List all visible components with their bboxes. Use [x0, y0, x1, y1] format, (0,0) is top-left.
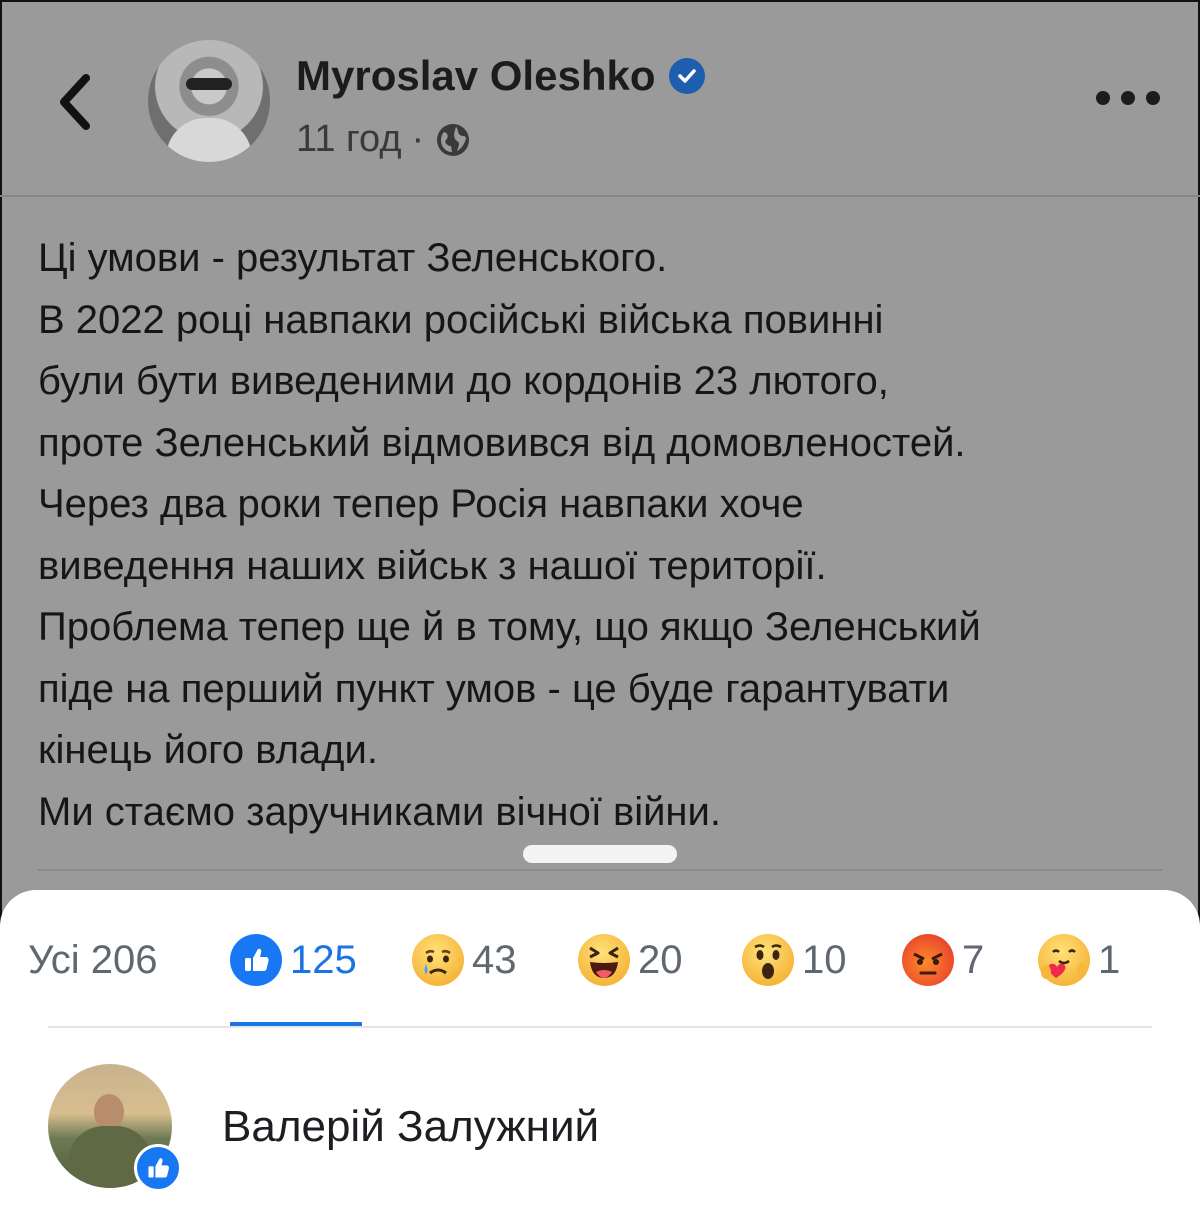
post-line: Проблема тепер ще й в тому, що якщо Зеле… — [38, 605, 981, 649]
chevron-left-icon — [60, 74, 90, 130]
tab-care-count: 1 — [1098, 937, 1121, 982]
avatar-shirt — [166, 118, 252, 162]
post-line: піде на перший пункт умов - це буде гара… — [38, 666, 950, 711]
tab-wow[interactable]: 10 — [742, 934, 847, 986]
more-dot — [1121, 91, 1135, 105]
tab-sad-count: 43 — [472, 937, 517, 982]
tab-like[interactable]: 125 — [230, 934, 357, 986]
post-line: Через два роки тепер Росія навпаки хоче — [38, 482, 804, 526]
author-name[interactable]: Myroslav Oleshko — [296, 52, 655, 100]
tab-angry-count: 7 — [962, 937, 985, 982]
tab-care[interactable]: 1 — [1038, 934, 1120, 986]
post-line: були бути виведеними до кордонів 23 люто… — [38, 359, 889, 403]
reactor-name[interactable]: Валерій Залужний — [222, 1102, 599, 1152]
reaction-tabs: Усі 206 125 43 20 10 7 1 — [0, 890, 1200, 1030]
tab-wow-count: 10 — [802, 937, 847, 982]
post-meta: 11 год · — [296, 118, 472, 161]
tab-all[interactable]: Усі 206 — [28, 934, 157, 986]
care-reaction-icon — [1038, 934, 1090, 986]
like-reaction-icon — [134, 1144, 182, 1192]
more-dot — [1146, 91, 1160, 105]
tab-angry[interactable]: 7 — [902, 934, 984, 986]
post-divider — [38, 869, 1162, 871]
sheet-drag-handle[interactable] — [523, 845, 677, 863]
wow-reaction-icon — [742, 934, 794, 986]
tab-haha[interactable]: 20 — [578, 934, 683, 986]
tab-sad[interactable]: 43 — [412, 934, 517, 986]
tab-haha-count: 20 — [638, 937, 683, 982]
post-line: проте Зеленський відмовився від домовлен… — [38, 420, 966, 465]
post-line: кінець його влади. — [38, 728, 378, 772]
tabs-divider — [48, 1026, 1152, 1028]
like-reaction-icon — [230, 934, 282, 986]
header-divider — [0, 195, 1200, 197]
post-line: В 2022 році навпаки російські війська по… — [38, 297, 884, 342]
post-line: Ми стаємо заручниками вічної війни. — [38, 789, 721, 834]
sad-reaction-icon — [412, 934, 464, 986]
author-name-row: Myroslav Oleshko — [296, 52, 706, 100]
angry-reaction-icon — [902, 934, 954, 986]
post-line: Ці умови - результат Зеленського. — [38, 236, 668, 280]
more-options-button[interactable] — [1096, 80, 1160, 116]
post-line: виведення наших військ з нашої території… — [38, 543, 827, 588]
avatar-head — [94, 1094, 124, 1130]
tab-all-label: Усі 206 — [28, 937, 158, 982]
reactions-sheet: Усі 206 125 43 20 10 7 1 Валерій Залужни… — [0, 890, 1200, 1226]
verified-badge-icon — [669, 58, 706, 94]
haha-reaction-icon — [578, 934, 630, 986]
post-time[interactable]: 11 год — [296, 118, 402, 161]
meta-separator: · — [411, 118, 425, 160]
reactor-list-item[interactable]: Валерій Залужний — [0, 1060, 1200, 1192]
post-text: Ці умови - результат Зеленського. В 2022… — [38, 228, 1178, 843]
back-button[interactable] — [44, 62, 104, 142]
globe-icon — [437, 123, 470, 156]
more-dot — [1096, 91, 1110, 105]
avatar-glasses — [186, 78, 232, 90]
tab-like-count: 125 — [290, 937, 357, 982]
author-avatar[interactable] — [148, 40, 270, 162]
post-header: Myroslav Oleshko 11 год · — [0, 0, 1200, 197]
